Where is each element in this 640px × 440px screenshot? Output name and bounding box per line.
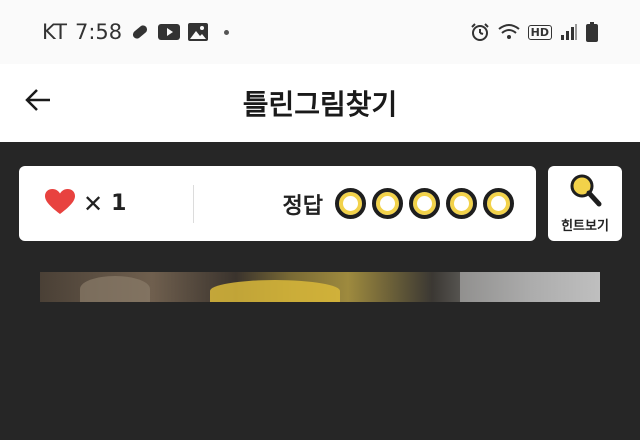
lives-counter: ✕ 1: [19, 188, 193, 219]
alarm-icon: [470, 22, 490, 42]
pill-icon: [130, 22, 150, 42]
divider: [193, 184, 194, 223]
hd-icon: HD: [527, 24, 552, 40]
notification-dot: [224, 29, 230, 35]
lives-count: 1: [111, 191, 127, 216]
status-left: KT 7:58: [42, 20, 230, 44]
hint-label: 힌트보기: [561, 219, 609, 234]
battery-icon: [586, 22, 598, 42]
app-bar: 틀린그림찾기: [0, 64, 640, 142]
magnifier-icon: [568, 173, 602, 211]
page-title: 틀린그림찾기: [242, 88, 398, 121]
answer-slot: [372, 188, 403, 219]
hint-button[interactable]: 힌트보기: [548, 166, 622, 241]
wifi-icon: [498, 23, 520, 41]
back-button[interactable]: [18, 82, 58, 122]
status-bar: KT 7:58 HD: [0, 0, 640, 64]
hd-label: HD: [530, 25, 549, 39]
heart-icon: [45, 188, 75, 219]
arrow-left-icon: [24, 88, 52, 116]
signal-icon: [560, 23, 578, 41]
answer-slot: [335, 188, 366, 219]
answer-slot: [483, 188, 514, 219]
answers-label: 정답: [282, 193, 323, 219]
puzzle-image[interactable]: [40, 272, 600, 302]
youtube-icon: [158, 24, 181, 40]
answer-slot: [409, 188, 440, 219]
lives-multiplier: ✕: [83, 189, 104, 218]
answers-progress: 정답: [283, 188, 536, 220]
image-icon: [188, 23, 209, 41]
carrier-label: KT: [42, 20, 67, 44]
status-right: HD: [470, 22, 598, 42]
score-card: ✕ 1 정답: [19, 166, 536, 241]
clock-time: 7:58: [74, 20, 123, 44]
answer-slot: [446, 188, 477, 219]
